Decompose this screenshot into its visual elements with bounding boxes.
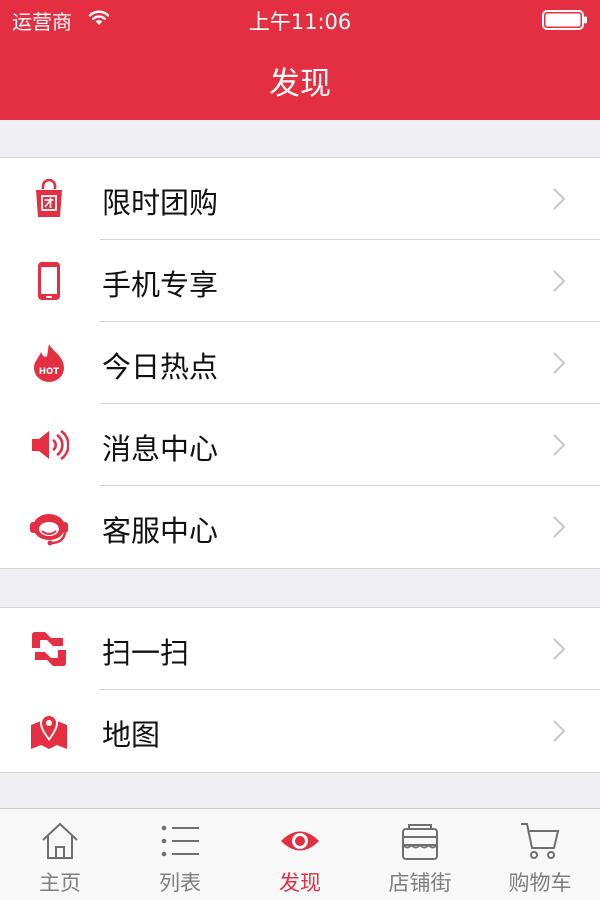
menu-item-scan[interactable]: 扫一扫 — [0, 608, 600, 690]
tab-discover[interactable]: 发现 — [240, 809, 360, 900]
tab-home[interactable]: 主页 — [0, 809, 120, 900]
page-title: 发现 — [269, 66, 331, 102]
menu-item-label: 手机专享 — [102, 268, 219, 302]
tab-cart[interactable]: 购物车 — [480, 809, 600, 900]
chevron-right-icon — [552, 433, 566, 461]
chevron-right-icon — [552, 515, 566, 543]
battery-icon — [542, 10, 588, 34]
menu-item-map[interactable]: 地图 — [0, 690, 600, 772]
menu-item-customer-service[interactable]: 客服中心 — [0, 486, 600, 568]
menu-item-label: 消息中心 — [102, 432, 219, 466]
tab-list[interactable]: 列表 — [120, 809, 240, 900]
tab-label: 列表 — [159, 871, 201, 895]
tab-label: 购物车 — [508, 871, 572, 895]
tab-label: 发现 — [279, 871, 321, 895]
tab-label: 主页 — [39, 871, 81, 895]
svg-text:HOT: HOT — [39, 367, 59, 377]
eye-icon — [280, 821, 320, 861]
menu-group-1: 限时团购 手机专享 HOT 今日热点 消息中心 客服中心 — [0, 157, 600, 569]
customer-service-icon — [29, 507, 69, 547]
header: 运营商 上午11:06 发现 — [0, 0, 600, 120]
menu-item-today-hot[interactable]: HOT 今日热点 — [0, 322, 600, 404]
chevron-right-icon — [552, 719, 566, 747]
cart-icon — [520, 821, 560, 861]
menu-item-mobile-exclusive[interactable]: 手机专享 — [0, 240, 600, 322]
home-icon — [40, 821, 80, 861]
chevron-right-icon — [552, 187, 566, 215]
chevron-right-icon — [552, 637, 566, 665]
chevron-right-icon — [552, 351, 566, 379]
scan-icon — [29, 629, 69, 669]
menu-item-label: 地图 — [102, 718, 161, 752]
store-icon — [400, 821, 440, 861]
tab-store-street[interactable]: 店铺街 — [360, 809, 480, 900]
tab-label: 店铺街 — [388, 871, 452, 895]
hot-flame-icon: HOT — [29, 343, 69, 383]
menu-item-label: 限时团购 — [102, 186, 219, 220]
menu-group-2: 扫一扫 地图 — [0, 607, 600, 773]
menu-item-label: 客服中心 — [102, 514, 219, 548]
tab-bar: 主页 列表 发现 店铺街 购物车 — [0, 808, 600, 900]
map-icon — [29, 711, 69, 751]
clock: 上午11:06 — [248, 10, 352, 34]
list-icon — [160, 821, 200, 861]
menu-item-group-buy[interactable]: 限时团购 — [0, 158, 600, 240]
speaker-icon — [29, 425, 70, 465]
status-bar: 运营商 上午11:06 — [0, 0, 600, 40]
menu-item-label: 今日热点 — [102, 350, 219, 384]
shopping-bag-icon — [29, 178, 69, 219]
mobile-phone-icon — [29, 261, 69, 301]
chevron-right-icon — [552, 269, 566, 297]
menu-item-label: 扫一扫 — [102, 636, 190, 670]
menu-item-message-center[interactable]: 消息中心 — [0, 404, 600, 486]
